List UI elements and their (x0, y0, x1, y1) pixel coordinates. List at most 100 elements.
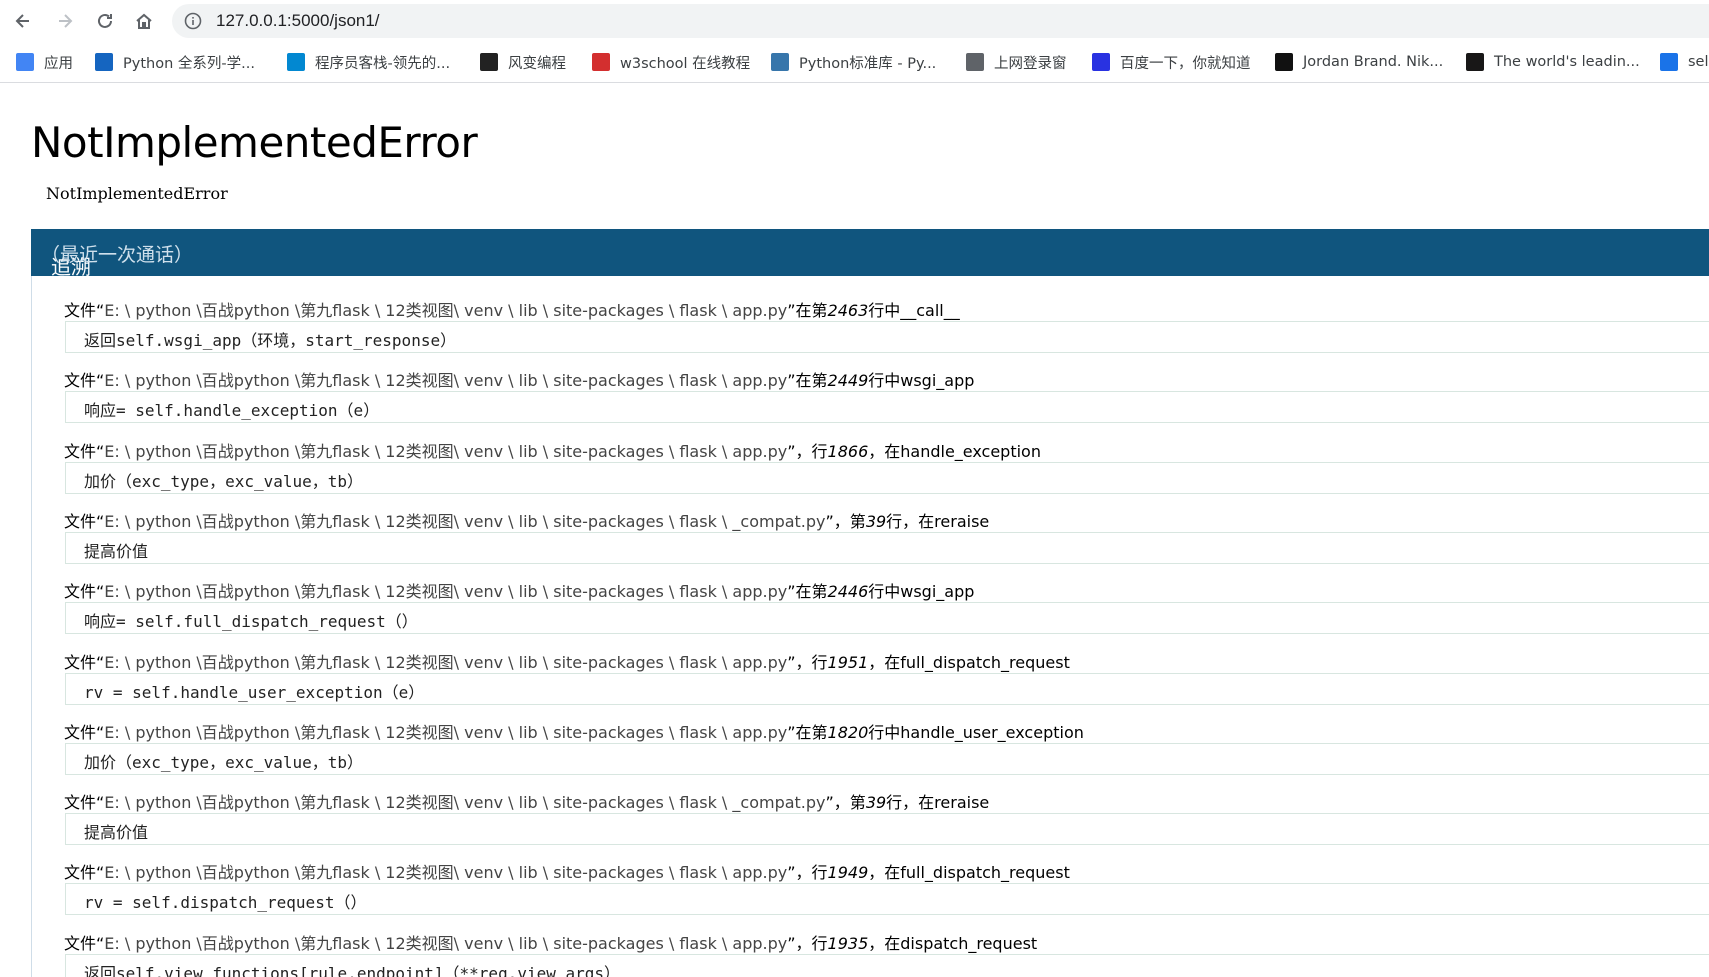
source-code-text: 加价（exc_type，exc_value，tb） (84, 472, 364, 491)
bookmark-item[interactable]: sel (1660, 50, 1709, 74)
frame-location[interactable]: 文件“E: \ python \百战python \第九flask \ 12类视… (64, 859, 1070, 883)
bookmark-item[interactable]: 程序员客栈-领先的... (287, 50, 450, 74)
traceback-header[interactable]: 追溯 （最近一次通话） (31, 229, 1709, 279)
source-code-text: rv = self.dispatch_request（） (84, 893, 367, 912)
frame-source-line[interactable]: 提高价值 (65, 532, 1709, 564)
frame-prefix: 文件“ (64, 512, 105, 531)
frame-function: 行中__call__ (868, 301, 960, 320)
source-code-text: 响应= self.full_dispatch_request（） (84, 612, 418, 631)
frame-prefix: 文件“ (64, 863, 105, 882)
frame-file-path: E: \ python \百战python \第九flask \ 12类视图\ … (104, 512, 826, 531)
frame-source-line[interactable]: 提高价值 (65, 813, 1709, 845)
frame-line-label: ”，行 (787, 442, 828, 461)
frame-line-label: ”，行 (787, 863, 828, 882)
bookmark-label: 上网登录窗 (994, 55, 1067, 72)
frame-source-line[interactable]: 加价（exc_type，exc_value，tb） (65, 743, 1709, 775)
error-message: NotImplementedError (46, 184, 228, 203)
bookmark-item[interactable]: 风变编程 (480, 50, 566, 74)
home-icon (136, 13, 152, 29)
frame-line-label: ”，第 (825, 793, 866, 812)
frame-file-path: E: \ python \百战python \第九flask \ 12类视图\ … (104, 653, 788, 672)
bookmark-icon (1660, 53, 1678, 71)
frame-prefix: 文件“ (64, 371, 105, 390)
home-button[interactable] (131, 8, 157, 34)
frame-line-label: ”在第 (787, 371, 828, 390)
traceback-frame: 文件“E: \ python \百战python \第九flask \ 12类视… (64, 789, 1709, 845)
address-bar[interactable]: 127.0.0.1:5000/json1/ (172, 4, 1709, 38)
frame-location[interactable]: 文件“E: \ python \百战python \第九flask \ 12类视… (64, 367, 974, 391)
bookmark-label: The world's leadin... (1494, 54, 1640, 70)
frame-function: ，在dispatch_request (868, 934, 1038, 953)
bookmark-item[interactable]: Jordan Brand. Nik... (1275, 50, 1443, 74)
frame-file-path: E: \ python \百战python \第九flask \ 12类视图\ … (104, 934, 788, 953)
frame-location[interactable]: 文件“E: \ python \百战python \第九flask \ 12类视… (64, 297, 960, 321)
w3school-icon (592, 53, 610, 71)
back-button[interactable] (10, 8, 36, 34)
bookmark-item[interactable]: 应用 (16, 50, 73, 74)
python-logo-icon (771, 53, 789, 71)
source-code-text: 提高价值 (84, 542, 149, 561)
bookmark-label: Python 全系列-学... (123, 55, 255, 72)
frame-source-line[interactable]: 加价（exc_type，exc_value，tb） (65, 462, 1709, 494)
panda-icon (480, 53, 498, 71)
frame-line-number: 1951 (827, 653, 869, 672)
info-icon[interactable] (184, 12, 202, 30)
bookmark-item[interactable]: Python标准库 - Py... (771, 50, 936, 74)
bookmark-item[interactable]: The world's leadin... (1466, 50, 1640, 74)
frame-line-number: 2449 (827, 371, 869, 390)
frame-function: 行，在reraise (886, 793, 990, 812)
back-arrow-icon (15, 14, 29, 28)
nike-icon (1275, 53, 1293, 71)
traceback-frame: 文件“E: \ python \百战python \第九flask \ 12类视… (64, 508, 1709, 564)
forward-button[interactable] (52, 8, 78, 34)
frame-location[interactable]: 文件“E: \ python \百战python \第九flask \ 12类视… (64, 930, 1037, 954)
frame-source-line[interactable]: 响应= self.full_dispatch_request（） (65, 602, 1709, 634)
page-title: NotImplementedError (31, 118, 478, 167)
frame-source-line[interactable]: 返回self.wsgi_app（环境，start_response） (65, 321, 1709, 353)
forward-arrow-icon (59, 14, 73, 28)
bookmark-item[interactable]: Python 全系列-学... (95, 50, 255, 74)
frame-location[interactable]: 文件“E: \ python \百战python \第九flask \ 12类视… (64, 789, 989, 813)
traceback-frame: 文件“E: \ python \百战python \第九flask \ 12类视… (64, 719, 1709, 775)
traceback-frame: 文件“E: \ python \百战python \第九flask \ 12类视… (64, 930, 1709, 977)
traceback-frame: 文件“E: \ python \百战python \第九flask \ 12类视… (64, 859, 1709, 915)
frame-function: ，在full_dispatch_request (868, 863, 1070, 882)
traceback-frame: 文件“E: \ python \百战python \第九flask \ 12类视… (64, 649, 1709, 705)
frame-line-number: 39 (865, 793, 887, 812)
bookmark-item[interactable]: w3school 在线教程 (592, 50, 750, 74)
frame-location[interactable]: 文件“E: \ python \百战python \第九flask \ 12类视… (64, 508, 989, 532)
frame-prefix: 文件“ (64, 582, 105, 601)
bookmark-item[interactable]: 上网登录窗 (966, 50, 1067, 74)
source-code-text: 响应= self.handle_exception（e） (84, 401, 380, 420)
bookmark-label: Python标准库 - Py... (799, 55, 937, 72)
frame-function: ，在handle_exception (868, 442, 1041, 461)
frame-line-label: ”，第 (825, 512, 866, 531)
frame-file-path: E: \ python \百战python \第九flask \ 12类视图\ … (104, 793, 826, 812)
frame-location[interactable]: 文件“E: \ python \百战python \第九flask \ 12类视… (64, 438, 1041, 462)
frame-line-number: 1935 (827, 934, 869, 953)
frame-location[interactable]: 文件“E: \ python \百战python \第九flask \ 12类视… (64, 578, 974, 602)
error-page: NotImplementedError NotImplementedError … (0, 83, 1709, 977)
browser-toolbar: 127.0.0.1:5000/json1/ (0, 0, 1709, 42)
frame-prefix: 文件“ (64, 442, 105, 461)
traceback-frame: 文件“E: \ python \百战python \第九flask \ 12类视… (64, 297, 1709, 353)
source-code-text: 返回self.view_functions[rule.endpoint]（**r… (84, 964, 621, 977)
reload-icon (98, 13, 112, 28)
terminal-icon (287, 53, 305, 71)
frame-source-line[interactable]: 响应= self.handle_exception（e） (65, 391, 1709, 423)
frame-source-line[interactable]: 返回self.view_functions[rule.endpoint]（**r… (65, 954, 1709, 977)
traceback-frame: 文件“E: \ python \百战python \第九flask \ 12类视… (64, 367, 1709, 423)
frame-function: 行中handle_user_exception (868, 723, 1084, 742)
frame-file-path: E: \ python \百战python \第九flask \ 12类视图\ … (104, 371, 788, 390)
frame-function: 行中wsgi_app (868, 582, 975, 601)
bookmark-label: 风变编程 (508, 55, 566, 72)
frame-location[interactable]: 文件“E: \ python \百战python \第九flask \ 12类视… (64, 649, 1070, 673)
source-code-text: 提高价值 (84, 823, 149, 842)
frame-source-line[interactable]: rv = self.handle_user_exception（e） (65, 673, 1709, 705)
bookmark-label: 应用 (44, 55, 73, 72)
frame-location[interactable]: 文件“E: \ python \百战python \第九flask \ 12类视… (64, 719, 1084, 743)
frame-source-line[interactable]: rv = self.dispatch_request（） (65, 883, 1709, 915)
reload-button[interactable] (92, 8, 118, 34)
url-text[interactable]: 127.0.0.1:5000/json1/ (216, 11, 380, 31)
bookmark-item[interactable]: 百度一下，你就知道 (1092, 50, 1251, 74)
